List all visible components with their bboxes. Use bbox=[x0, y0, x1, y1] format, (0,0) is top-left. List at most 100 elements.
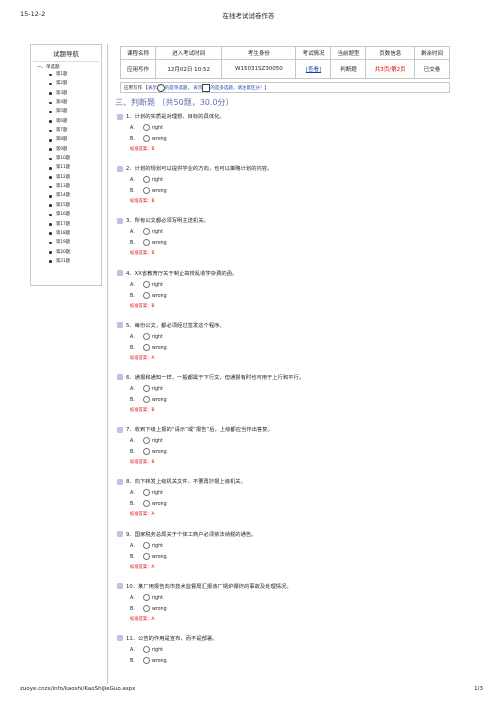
option-b[interactable]: B. wrong bbox=[130, 604, 167, 612]
option-a[interactable]: A. right bbox=[130, 384, 163, 392]
question-item: 8．向下转发上级机关文件，不要再抄报上级机关。 A. right B. wrong 标准答… bbox=[115, 478, 455, 530]
nav-item[interactable]: 第6题 bbox=[49, 117, 101, 126]
option-b[interactable]: B. wrong bbox=[130, 187, 167, 195]
radio-icon[interactable] bbox=[142, 541, 150, 549]
nav-item[interactable]: 第7题 bbox=[49, 126, 101, 135]
option-a-label: A. bbox=[130, 491, 135, 497]
radio-icon[interactable] bbox=[142, 437, 150, 445]
view-link[interactable]: [查看] bbox=[306, 67, 321, 73]
radio-icon[interactable] bbox=[142, 135, 150, 142]
standard-answer: 标准答案：A bbox=[130, 616, 155, 622]
option-b[interactable]: B. wrong bbox=[130, 552, 167, 560]
standard-answer: 标准答案：B bbox=[130, 199, 155, 205]
nav-item[interactable]: 第13题 bbox=[49, 182, 101, 191]
option-a[interactable]: A. right bbox=[130, 489, 164, 497]
candidate-id: W15031SZ30050 bbox=[221, 59, 297, 79]
option-a-label: A. bbox=[130, 126, 135, 131]
nav-item[interactable]: 第17题 bbox=[49, 220, 101, 229]
question-icon bbox=[117, 217, 123, 224]
radio-icon[interactable] bbox=[142, 489, 150, 497]
radio-icon[interactable] bbox=[142, 500, 150, 508]
question-text-label: 8．向下转发上级机关文件，不要再抄报上级机关。 bbox=[126, 479, 246, 486]
radio-icon[interactable] bbox=[142, 604, 150, 612]
option-b[interactable]: B. wrong bbox=[130, 291, 167, 299]
nav-item[interactable]: 第16题 bbox=[49, 210, 101, 219]
option-a[interactable]: A. right bbox=[130, 228, 163, 236]
nav-item[interactable]: 第4题 bbox=[49, 98, 101, 107]
question-icon bbox=[117, 583, 123, 590]
option-a[interactable]: A. right bbox=[130, 280, 163, 288]
nav-item[interactable]: 第2题 bbox=[49, 79, 101, 88]
question-icon bbox=[117, 113, 123, 120]
option-a[interactable]: A. right bbox=[130, 437, 164, 445]
option-a[interactable]: A. right bbox=[130, 176, 163, 184]
radio-icon[interactable] bbox=[142, 176, 150, 184]
question-text-label: 1．计划的实质是对理想、目标的具体化。 bbox=[126, 114, 225, 120]
nav-item[interactable]: 第3题 bbox=[49, 89, 101, 98]
question-icon bbox=[117, 322, 123, 329]
radio-icon[interactable] bbox=[142, 228, 150, 236]
radio-icon[interactable] bbox=[142, 291, 150, 299]
nav-item[interactable]: 第14题 bbox=[49, 191, 101, 200]
radio-icon[interactable] bbox=[142, 343, 150, 351]
radio-icon[interactable] bbox=[142, 593, 150, 601]
divider-line bbox=[107, 44, 108, 684]
option-b[interactable]: B. wrong bbox=[130, 448, 167, 456]
nav-item[interactable]: 第8题 bbox=[49, 135, 101, 144]
page-title: 在线考试试卷作答 bbox=[222, 12, 275, 20]
radio-icon[interactable] bbox=[142, 645, 150, 653]
option-a-label: A. bbox=[130, 334, 135, 340]
question-text: 9．国家税务总局关于个体工商户必须依法纳税的通告。 bbox=[117, 531, 257, 539]
option-a[interactable]: A. right bbox=[130, 645, 163, 653]
nav-item[interactable]: 第18题 bbox=[49, 229, 101, 238]
option-a[interactable]: A. right bbox=[130, 332, 163, 340]
nav-item[interactable]: 第5题 bbox=[49, 107, 101, 116]
question-text: 8．向下转发上级机关文件，不要再抄报上级机关。 bbox=[117, 478, 246, 486]
option-a[interactable]: A. right bbox=[130, 593, 163, 601]
nav-item[interactable]: 第12题 bbox=[49, 173, 101, 182]
radio-icon[interactable] bbox=[142, 448, 150, 456]
option-b-value: wrong bbox=[151, 606, 167, 612]
exam-info-table: 课程名称 进入考试时间 考生身份 考试情况 当前题型 页数信息 剩余时间 应用写… bbox=[119, 46, 451, 79]
question-text-label: 7．收到下级上报的“请示”或“报告”后，上级都应当作出答复。 bbox=[126, 427, 273, 434]
nav-item[interactable]: 第10题 bbox=[49, 154, 101, 163]
course-name: 应用写作 bbox=[119, 59, 157, 79]
question-item: 7．收到下级上报的“请示”或“报告”后，上级都应当作出答复。 A. right B. w… bbox=[115, 426, 455, 478]
option-a[interactable]: A. right bbox=[130, 541, 163, 549]
option-a[interactable]: A. right bbox=[130, 124, 163, 131]
question-text: 4．XX省教育厅关于制止高校乱收学杂费的函。 bbox=[117, 270, 237, 278]
radio-icon[interactable] bbox=[142, 187, 150, 195]
option-a-value: right bbox=[151, 491, 164, 497]
radio-icon[interactable] bbox=[142, 384, 150, 392]
option-b-label: B. bbox=[130, 397, 135, 403]
option-b[interactable]: B. wrong bbox=[130, 656, 167, 664]
question-text: 2．计划的规划可以提供学业的方向，也可以策略计划的内容。 bbox=[117, 165, 272, 173]
question-text-label: 11．公告的作用是宣布，而不是部署。 bbox=[126, 635, 218, 642]
nav-item[interactable]: 第21题 bbox=[49, 257, 101, 266]
radio-icon[interactable] bbox=[142, 656, 150, 664]
option-b[interactable]: B. wrong bbox=[130, 135, 167, 142]
nav-item[interactable]: 第11题 bbox=[49, 163, 101, 172]
radio-icon[interactable] bbox=[142, 280, 150, 288]
radio-icon[interactable] bbox=[142, 124, 150, 131]
option-b-label: B. bbox=[130, 554, 135, 560]
nav-item[interactable]: 第15题 bbox=[49, 201, 101, 210]
nav-item[interactable]: 第1题 bbox=[49, 70, 101, 79]
option-b[interactable]: B. wrong bbox=[130, 239, 167, 247]
option-a-value: right bbox=[151, 439, 164, 445]
radio-icon[interactable] bbox=[142, 395, 150, 403]
radio-icon[interactable] bbox=[142, 239, 150, 247]
option-b[interactable]: B. wrong bbox=[130, 395, 167, 403]
nav-item[interactable]: 第20题 bbox=[49, 248, 101, 257]
header-question-type: 当前题型 bbox=[330, 46, 367, 60]
option-b[interactable]: B. wrong bbox=[130, 500, 167, 508]
radio-icon[interactable] bbox=[142, 332, 150, 340]
question-icon bbox=[117, 374, 123, 381]
radio-icon[interactable] bbox=[142, 552, 150, 560]
question-text: 11．公告的作用是宣布，而不是部署。 bbox=[117, 635, 218, 643]
option-b-label: B. bbox=[130, 606, 135, 612]
nav-item[interactable]: 第19题 bbox=[49, 238, 101, 247]
option-b[interactable]: B. wrong bbox=[130, 343, 167, 351]
nav-item[interactable]: 第9题 bbox=[49, 145, 101, 154]
question-text-label: 3．所有公文都必须写明主送机关。 bbox=[126, 218, 209, 225]
